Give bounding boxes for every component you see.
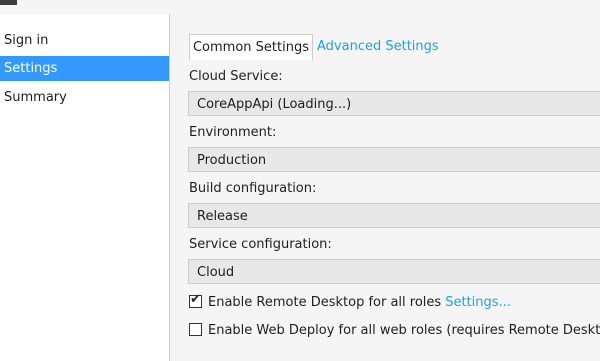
cloud-service-label: Cloud Service: (189, 69, 283, 84)
remote-desktop-label: Enable Remote Desktop for all roles (208, 295, 442, 310)
environment-label: Environment: (189, 125, 277, 140)
sidebar: Sign in Settings Summary (0, 14, 170, 361)
service-configuration-label: Service configuration: (189, 237, 332, 252)
tab-common-settings[interactable]: Common Settings (189, 34, 313, 60)
settings-panel: Common Settings Advanced Settings Cloud … (171, 14, 600, 361)
sidebar-item-summary[interactable]: Summary (0, 85, 169, 110)
window-icon (0, 0, 17, 5)
environment-select[interactable]: Production (188, 147, 600, 172)
top-bar (0, 0, 600, 14)
remote-desktop-settings-link[interactable]: Settings... (445, 295, 511, 310)
sidebar-item-sign-in[interactable]: Sign in (0, 28, 169, 53)
remote-desktop-checkbox[interactable]: ✔ (189, 292, 202, 308)
remote-desktop-row: ✔ Enable Remote Desktop for all roles Sett… (189, 292, 511, 312)
build-configuration-label: Build configuration: (189, 181, 317, 196)
build-configuration-select[interactable]: Release (188, 203, 600, 228)
cloud-service-select[interactable]: CoreAppApi (Loading...) (188, 91, 600, 116)
tab-advanced-settings[interactable]: Advanced Settings (317, 34, 439, 60)
web-deploy-row: Enable Web Deploy for all web roles (req… (189, 322, 600, 340)
web-deploy-checkbox[interactable] (189, 323, 202, 336)
sidebar-item-settings[interactable]: Settings (0, 56, 169, 81)
service-configuration-select[interactable]: Cloud (188, 259, 600, 284)
web-deploy-label: Enable Web Deploy for all web roles (req… (208, 323, 600, 338)
checkmark-icon: ✔ (190, 292, 201, 307)
